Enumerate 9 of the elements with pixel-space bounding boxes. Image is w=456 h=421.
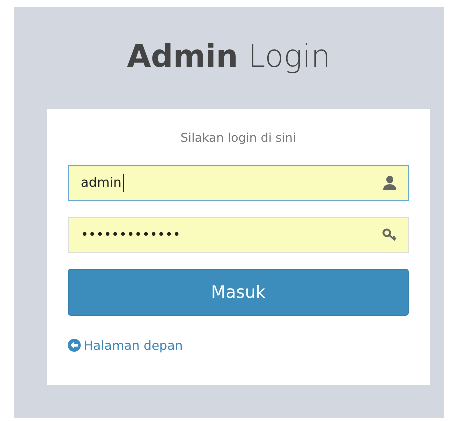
key-icon bbox=[382, 228, 398, 242]
username-field[interactable]: admin bbox=[68, 165, 409, 201]
user-icon bbox=[382, 175, 398, 191]
home-link[interactable]: Halaman depan bbox=[68, 338, 184, 353]
form-subtitle: Silakan login di sini bbox=[180, 131, 298, 145]
arrow-left-icon bbox=[68, 339, 81, 352]
password-field[interactable]: ••••••••••••• bbox=[68, 217, 409, 253]
page-title: Admin Login bbox=[126, 38, 332, 77]
login-button[interactable]: Masuk bbox=[68, 269, 409, 316]
